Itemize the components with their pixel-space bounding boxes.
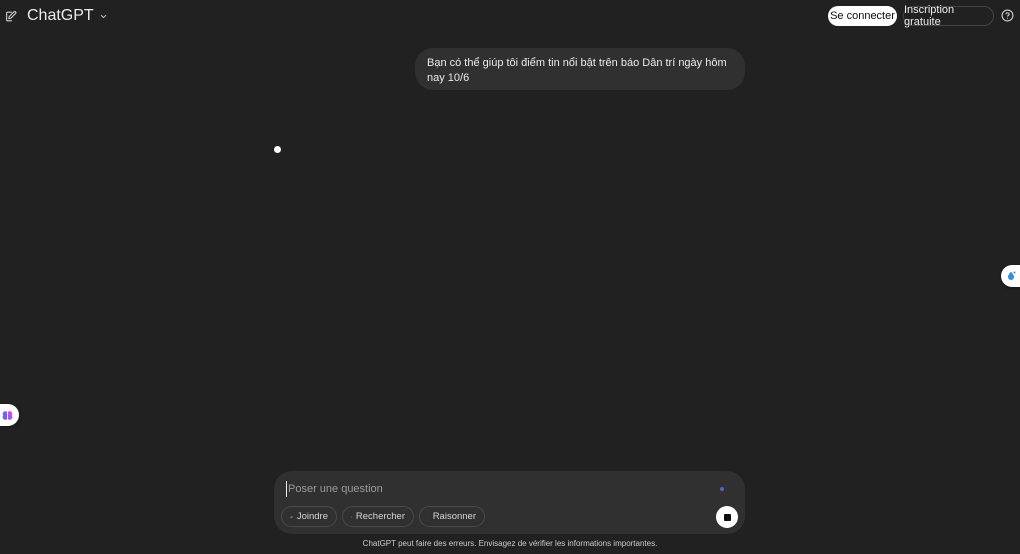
disclaimer-text: ChatGPT peut faire des erreurs. Envisage…: [362, 539, 658, 548]
reason-button[interactable]: Raisonner: [419, 506, 485, 527]
attach-label: Joindre: [296, 511, 328, 522]
composer: Joindre Rechercher Raisonner: [274, 471, 745, 534]
user-message: Bạn có thể giúp tôi điểm tin nổi bật trê…: [415, 48, 745, 90]
brain-icon: [2, 410, 13, 420]
chevron-down-icon: [100, 14, 106, 19]
droplet-icon: [1008, 271, 1016, 280]
login-button[interactable]: Se connecter: [828, 6, 897, 26]
extension-tab-left[interactable]: [0, 404, 19, 426]
signup-button[interactable]: Inscription gratuite: [903, 4, 994, 28]
loading-indicator: [274, 146, 281, 153]
new-chat-icon[interactable]: [4, 9, 18, 23]
top-bar: ChatGPT Se connecter Inscription gratuit…: [0, 0, 1020, 32]
search-button[interactable]: Rechercher: [342, 506, 414, 527]
globe-icon: [351, 516, 352, 517]
help-icon[interactable]: [1001, 9, 1014, 22]
search-label: Rechercher: [355, 511, 405, 522]
stop-icon: [723, 513, 731, 521]
stop-button[interactable]: [716, 506, 738, 528]
model-name: ChatGPT: [27, 7, 94, 24]
composer-indicator-dot: [720, 487, 724, 491]
chatgpt-app: ChatGPT Se connecter Inscription gratuit…: [0, 0, 1020, 554]
attach-button[interactable]: Joindre: [281, 506, 337, 527]
message-input[interactable]: [286, 481, 706, 497]
extension-tab-right[interactable]: [1001, 265, 1020, 287]
model-selector[interactable]: ChatGPT: [27, 7, 108, 25]
reason-label: Raisonner: [432, 511, 476, 522]
paperclip-icon: [290, 515, 293, 518]
lightbulb-icon: [428, 516, 429, 517]
